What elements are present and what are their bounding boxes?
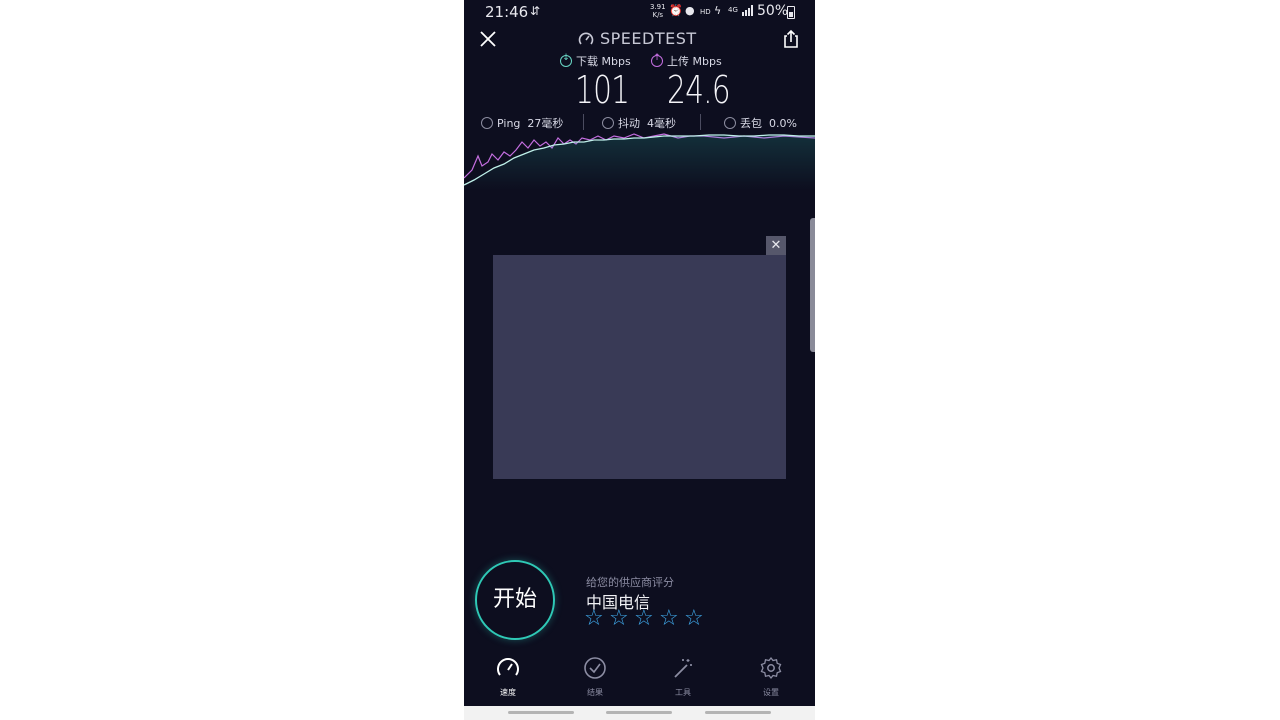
ping-label: Ping	[497, 117, 521, 130]
nav-settings-label: 设置	[763, 688, 779, 697]
ping-stat: Ping 27毫秒	[481, 115, 563, 131]
jitter-icon	[602, 117, 614, 129]
jitter-value: 4毫秒	[647, 117, 676, 130]
network-rate: 3.91 K/s	[650, 3, 666, 19]
ping-value: 27毫秒	[527, 117, 564, 130]
jitter-label: 抖动	[618, 117, 640, 130]
edge-panel-handle[interactable]	[810, 218, 815, 352]
latency-stats: Ping 27毫秒 抖动 4毫秒 丢包 0.0%	[464, 112, 815, 132]
rating-prompt: 给您的供应商评分	[586, 576, 674, 589]
download-value: 101	[575, 68, 630, 112]
star-4-icon[interactable]: ☆	[659, 606, 679, 631]
close-button[interactable]	[477, 28, 499, 50]
upload-label: ↑ 上传 Mbps	[651, 53, 722, 69]
download-label: ↓ 下载 Mbps	[560, 53, 631, 69]
speed-gauge-icon	[497, 658, 519, 676]
loss-value: 0.0%	[769, 117, 797, 130]
download-graph-fill	[464, 135, 815, 190]
battery-percent: 50%	[757, 3, 789, 19]
star-3-icon[interactable]: ☆	[634, 606, 654, 631]
nav-results[interactable]: 结果	[565, 650, 625, 702]
network-type: 4G	[728, 6, 738, 14]
packet-loss-icon	[724, 117, 736, 129]
status-bar: 21:46 ⇵ 3.91 K/s ⏰ ● HD ϟ 4G 50%	[464, 0, 815, 24]
upload-arrow-icon: ↑	[651, 53, 663, 67]
nav-tools-label: 工具	[675, 688, 691, 697]
location-icon: ●	[685, 4, 695, 17]
loss-stat: 丢包 0.0%	[724, 115, 797, 131]
share-icon	[784, 29, 798, 48]
gear-icon	[760, 656, 782, 680]
brand-title: SPEEDTEST	[600, 29, 697, 48]
star-2-icon[interactable]: ☆	[609, 606, 629, 631]
loss-label: 丢包	[740, 117, 762, 130]
recents-button[interactable]	[508, 711, 574, 714]
system-navigation-bar	[464, 706, 815, 720]
download-arrow-icon: ↓	[560, 53, 572, 67]
nav-speed[interactable]: 速度	[478, 650, 538, 702]
nav-tools[interactable]: 工具	[653, 650, 713, 702]
speedtest-screen: 21:46 ⇵ 3.91 K/s ⏰ ● HD ϟ 4G 50% SPEEDTE…	[464, 0, 815, 720]
share-button[interactable]	[780, 28, 802, 50]
upload-label-text: 上传 Mbps	[667, 55, 722, 68]
battery-icon	[787, 6, 795, 19]
alarm-icon: ⏰	[669, 4, 683, 17]
nav-settings[interactable]: 设置	[741, 650, 801, 702]
hd-label: HD	[700, 8, 711, 16]
signal-icon	[742, 5, 754, 19]
network-rate-value: 3.91	[650, 3, 666, 11]
upload-value: 24.6	[667, 68, 731, 112]
home-button[interactable]	[606, 711, 672, 714]
speedtest-logo-icon	[578, 32, 594, 45]
check-circle-icon	[584, 657, 606, 679]
network-rate-unit: K/s	[652, 11, 664, 19]
clock: 21:46	[485, 3, 529, 21]
nav-speed-label: 速度	[500, 688, 516, 697]
magic-wand-icon	[674, 659, 692, 678]
jitter-stat: 抖动 4毫秒	[602, 115, 676, 131]
download-label-text: 下载 Mbps	[576, 55, 631, 68]
ad-placeholder[interactable]	[493, 255, 786, 479]
start-test-button[interactable]: 开始	[475, 560, 555, 640]
star-1-icon[interactable]: ☆	[584, 606, 604, 631]
close-icon	[480, 31, 496, 47]
charging-icon: ϟ	[714, 4, 722, 17]
speed-graph	[464, 133, 815, 190]
ping-icon	[481, 117, 493, 129]
ad-close-button[interactable]: ✕	[766, 236, 786, 256]
nav-results-label: 结果	[587, 688, 603, 697]
stat-divider	[583, 114, 584, 130]
stat-divider	[700, 114, 701, 130]
bottom-nav: 速度 结果 工具 设置	[464, 650, 815, 706]
star-5-icon[interactable]: ☆	[684, 606, 704, 631]
sync-icon: ⇵	[530, 4, 541, 18]
back-button[interactable]	[705, 711, 771, 714]
